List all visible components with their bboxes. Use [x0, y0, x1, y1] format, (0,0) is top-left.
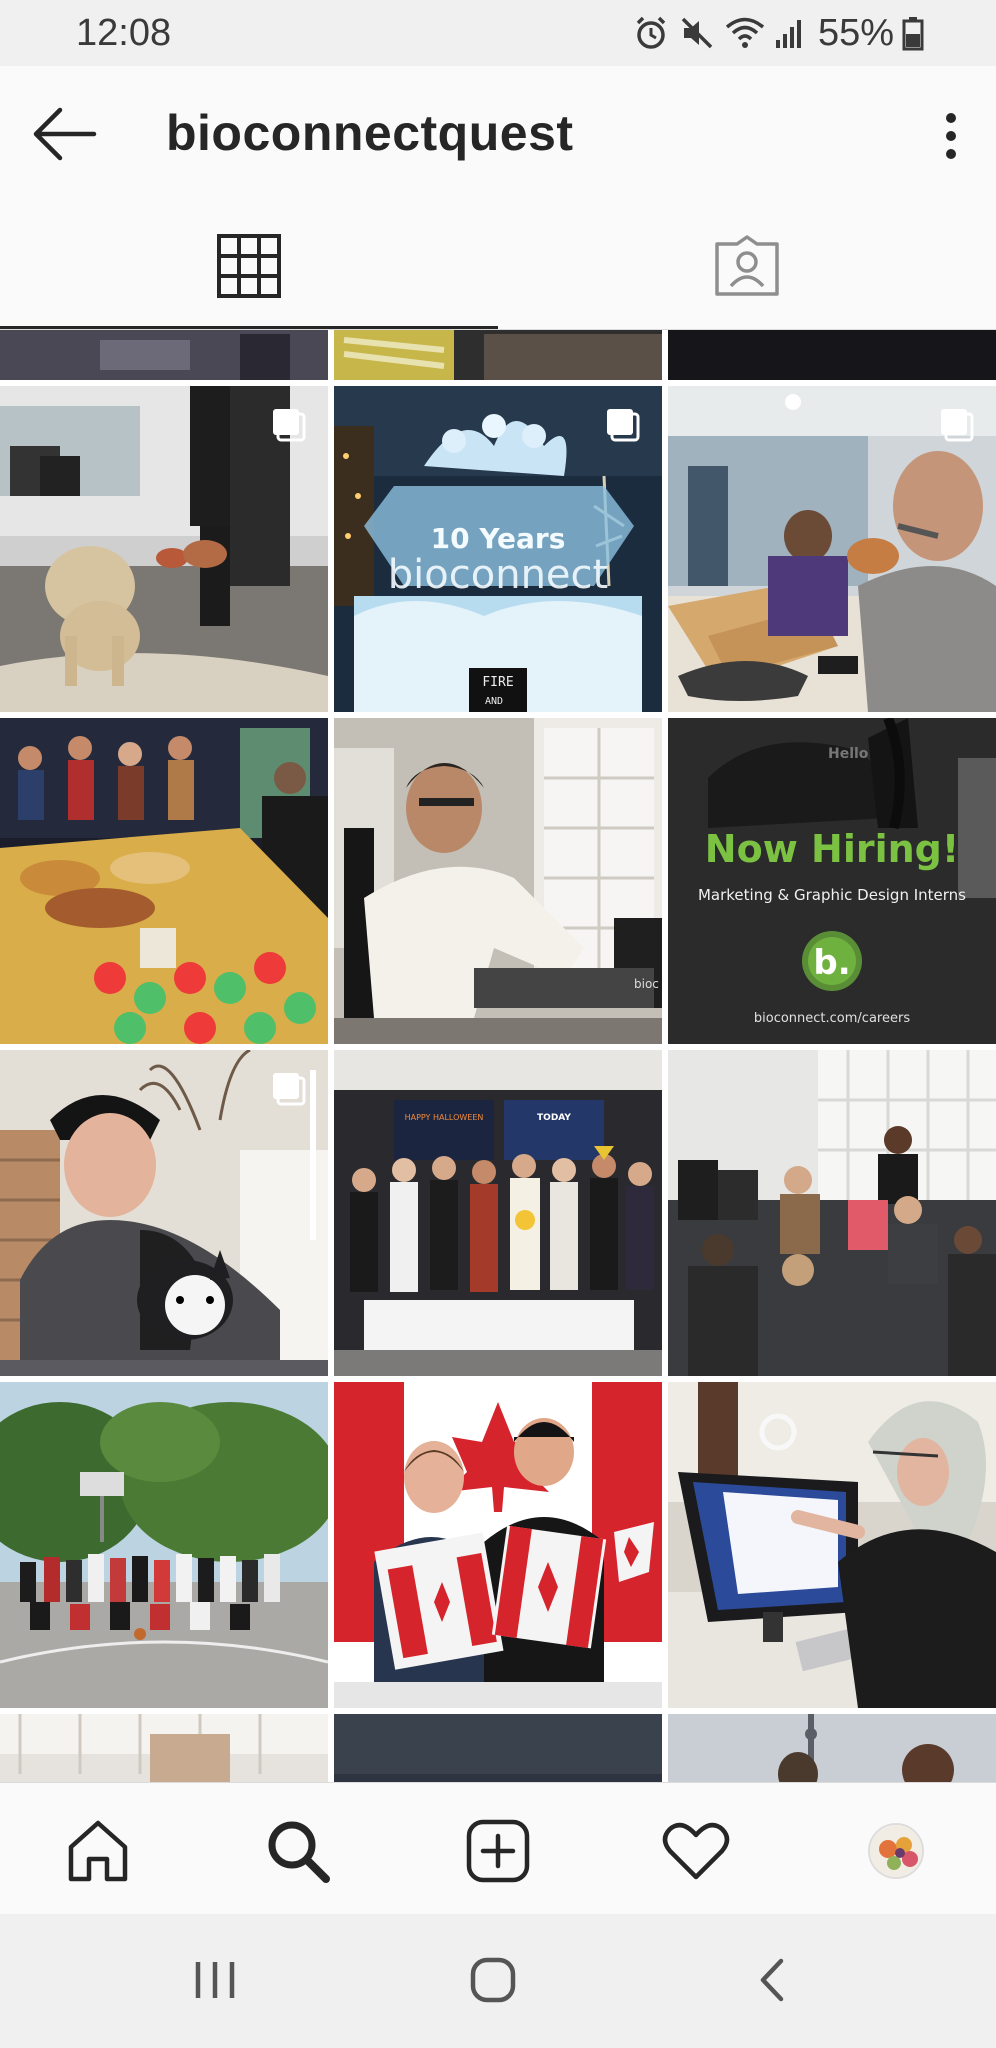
post-tile[interactable]: [0, 330, 328, 380]
alarm-icon: [632, 14, 670, 52]
nav-activity[interactable]: [656, 1811, 736, 1891]
hiring-bag-text: Hello: [828, 746, 869, 762]
ice-sculpture-text-2: bioconnect: [388, 552, 608, 598]
wifi-icon: [724, 14, 766, 52]
post-tile-halloween-group[interactable]: HAPPY HALLOWEEN TODAY: [334, 1050, 662, 1376]
back-button[interactable]: [28, 102, 100, 166]
add-post-icon: [466, 1819, 530, 1883]
post-tile[interactable]: [668, 330, 996, 380]
post-tile-man-with-husky[interactable]: [0, 1050, 328, 1376]
post-tile[interactable]: [0, 1714, 328, 1782]
post-tile-man-at-desk[interactable]: bioc: [334, 718, 662, 1044]
ice-sign-text-2: AND: [485, 696, 503, 707]
nav-profile[interactable]: [856, 1811, 936, 1891]
recent-apps-icon: [195, 1962, 235, 1998]
system-navigation-bar: [0, 1914, 996, 2048]
battery-icon: [902, 14, 924, 52]
profile-avatar: [868, 1823, 924, 1879]
profile-header: bioconnectquest: [0, 66, 996, 202]
post-tile[interactable]: [668, 1714, 996, 1782]
multiple-posts-icon: [941, 409, 974, 442]
multiple-posts-icon: [607, 409, 640, 442]
hiring-subtitle: Marketing & Graphic Design Interns: [698, 886, 966, 904]
post-tile-holiday-party[interactable]: [0, 718, 328, 1044]
home-circle-icon: [470, 1957, 516, 2003]
mute-icon: [678, 14, 716, 52]
nav-home[interactable]: [58, 1811, 138, 1891]
posts-grid: 10 Years bioconnect FIRE AND bioc Hello …: [0, 330, 996, 1782]
search-icon: [268, 1821, 330, 1883]
grid-icon: [217, 234, 281, 298]
post-tile-ice-sculpture[interactable]: 10 Years bioconnect FIRE AND: [334, 386, 662, 712]
ice-sculpture-text-1: 10 Years: [431, 522, 566, 555]
post-tile-now-hiring[interactable]: Hello Now Hiring! Marketing & Graphic De…: [668, 718, 996, 1044]
tagged-person-icon: [715, 235, 779, 296]
profile-username: bioconnectquest: [166, 105, 574, 161]
arrow-left-icon: [33, 107, 97, 161]
halloween-screen-left: HAPPY HALLOWEEN: [405, 1113, 484, 1122]
ice-sign-text: FIRE: [482, 675, 513, 690]
profile-tabs: [0, 202, 996, 330]
post-tile[interactable]: [334, 330, 662, 380]
activity-heart-icon: [662, 1822, 730, 1880]
tab-posts-grid[interactable]: [0, 202, 498, 330]
hiring-headline: Now Hiring!: [705, 827, 959, 871]
hiring-logo: b.: [813, 943, 850, 983]
hiring-url: bioconnect.com/careers: [754, 1011, 910, 1026]
status-icons: 55%: [632, 10, 924, 56]
system-back-button[interactable]: [738, 1950, 808, 2010]
post-tile-dog-office[interactable]: [0, 386, 328, 712]
tab-tagged[interactable]: [498, 202, 996, 330]
chevron-left-icon: [760, 1958, 784, 2002]
recent-apps-button[interactable]: [180, 1950, 250, 2010]
home-button[interactable]: [458, 1950, 528, 2010]
status-bar: 12:08 55%: [0, 0, 996, 66]
post-tile-team-lounge[interactable]: [668, 1050, 996, 1376]
home-icon: [68, 1820, 128, 1882]
halloween-screen-right: TODAY: [537, 1113, 571, 1123]
bottom-navigation: [0, 1782, 996, 1914]
battery-percent: 55%: [817, 11, 894, 54]
multiple-posts-icon: [273, 1073, 306, 1106]
nav-search[interactable]: [258, 1811, 338, 1891]
status-time: 12:08: [76, 12, 172, 54]
post-tile-canada-flags[interactable]: [334, 1382, 662, 1708]
vertical-ellipsis-icon: [946, 113, 956, 159]
post-tile-designer-tablet[interactable]: [668, 1382, 996, 1708]
multiple-posts-icon: [273, 409, 306, 442]
post-tile-basketball-team[interactable]: [0, 1382, 328, 1708]
post-tile[interactable]: [334, 1714, 662, 1782]
laptop-text: bioc: [634, 977, 659, 991]
signal-icon: [774, 14, 806, 52]
more-options-button[interactable]: [936, 106, 966, 166]
nav-add-post[interactable]: [458, 1811, 538, 1891]
post-tile-pizza-office[interactable]: [668, 386, 996, 712]
